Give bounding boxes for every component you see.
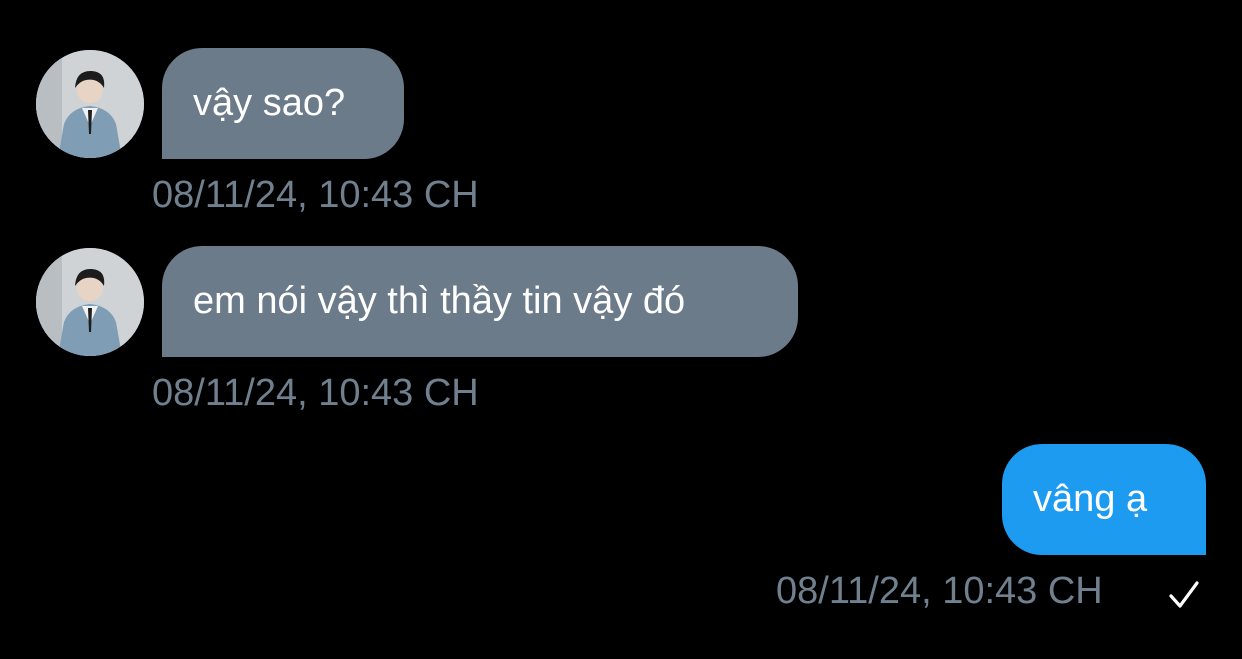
avatar[interactable] — [36, 50, 144, 158]
message-bubble-incoming[interactable]: em nói vậy thì thầy tin vậy đó — [162, 246, 798, 357]
avatar[interactable] — [36, 248, 144, 356]
checkmark-icon — [1169, 581, 1199, 608]
avatar-image — [36, 248, 144, 356]
message-text: vậy sao? — [193, 82, 346, 124]
message-text: em nói vậy thì thầy tin vậy đó — [193, 280, 686, 322]
avatar-image — [36, 50, 144, 158]
message-bubble-outgoing[interactable]: vâng ạ — [1002, 444, 1206, 555]
message-text: vâng ạ — [1033, 478, 1148, 520]
message-timestamp: 08/11/24, 10:43 CH — [152, 372, 479, 414]
message-timestamp: 08/11/24, 10:43 CH — [152, 174, 479, 216]
message-timestamp: 08/11/24, 10:43 CH — [776, 570, 1103, 612]
message-bubble-incoming[interactable]: vậy sao? — [162, 48, 404, 159]
